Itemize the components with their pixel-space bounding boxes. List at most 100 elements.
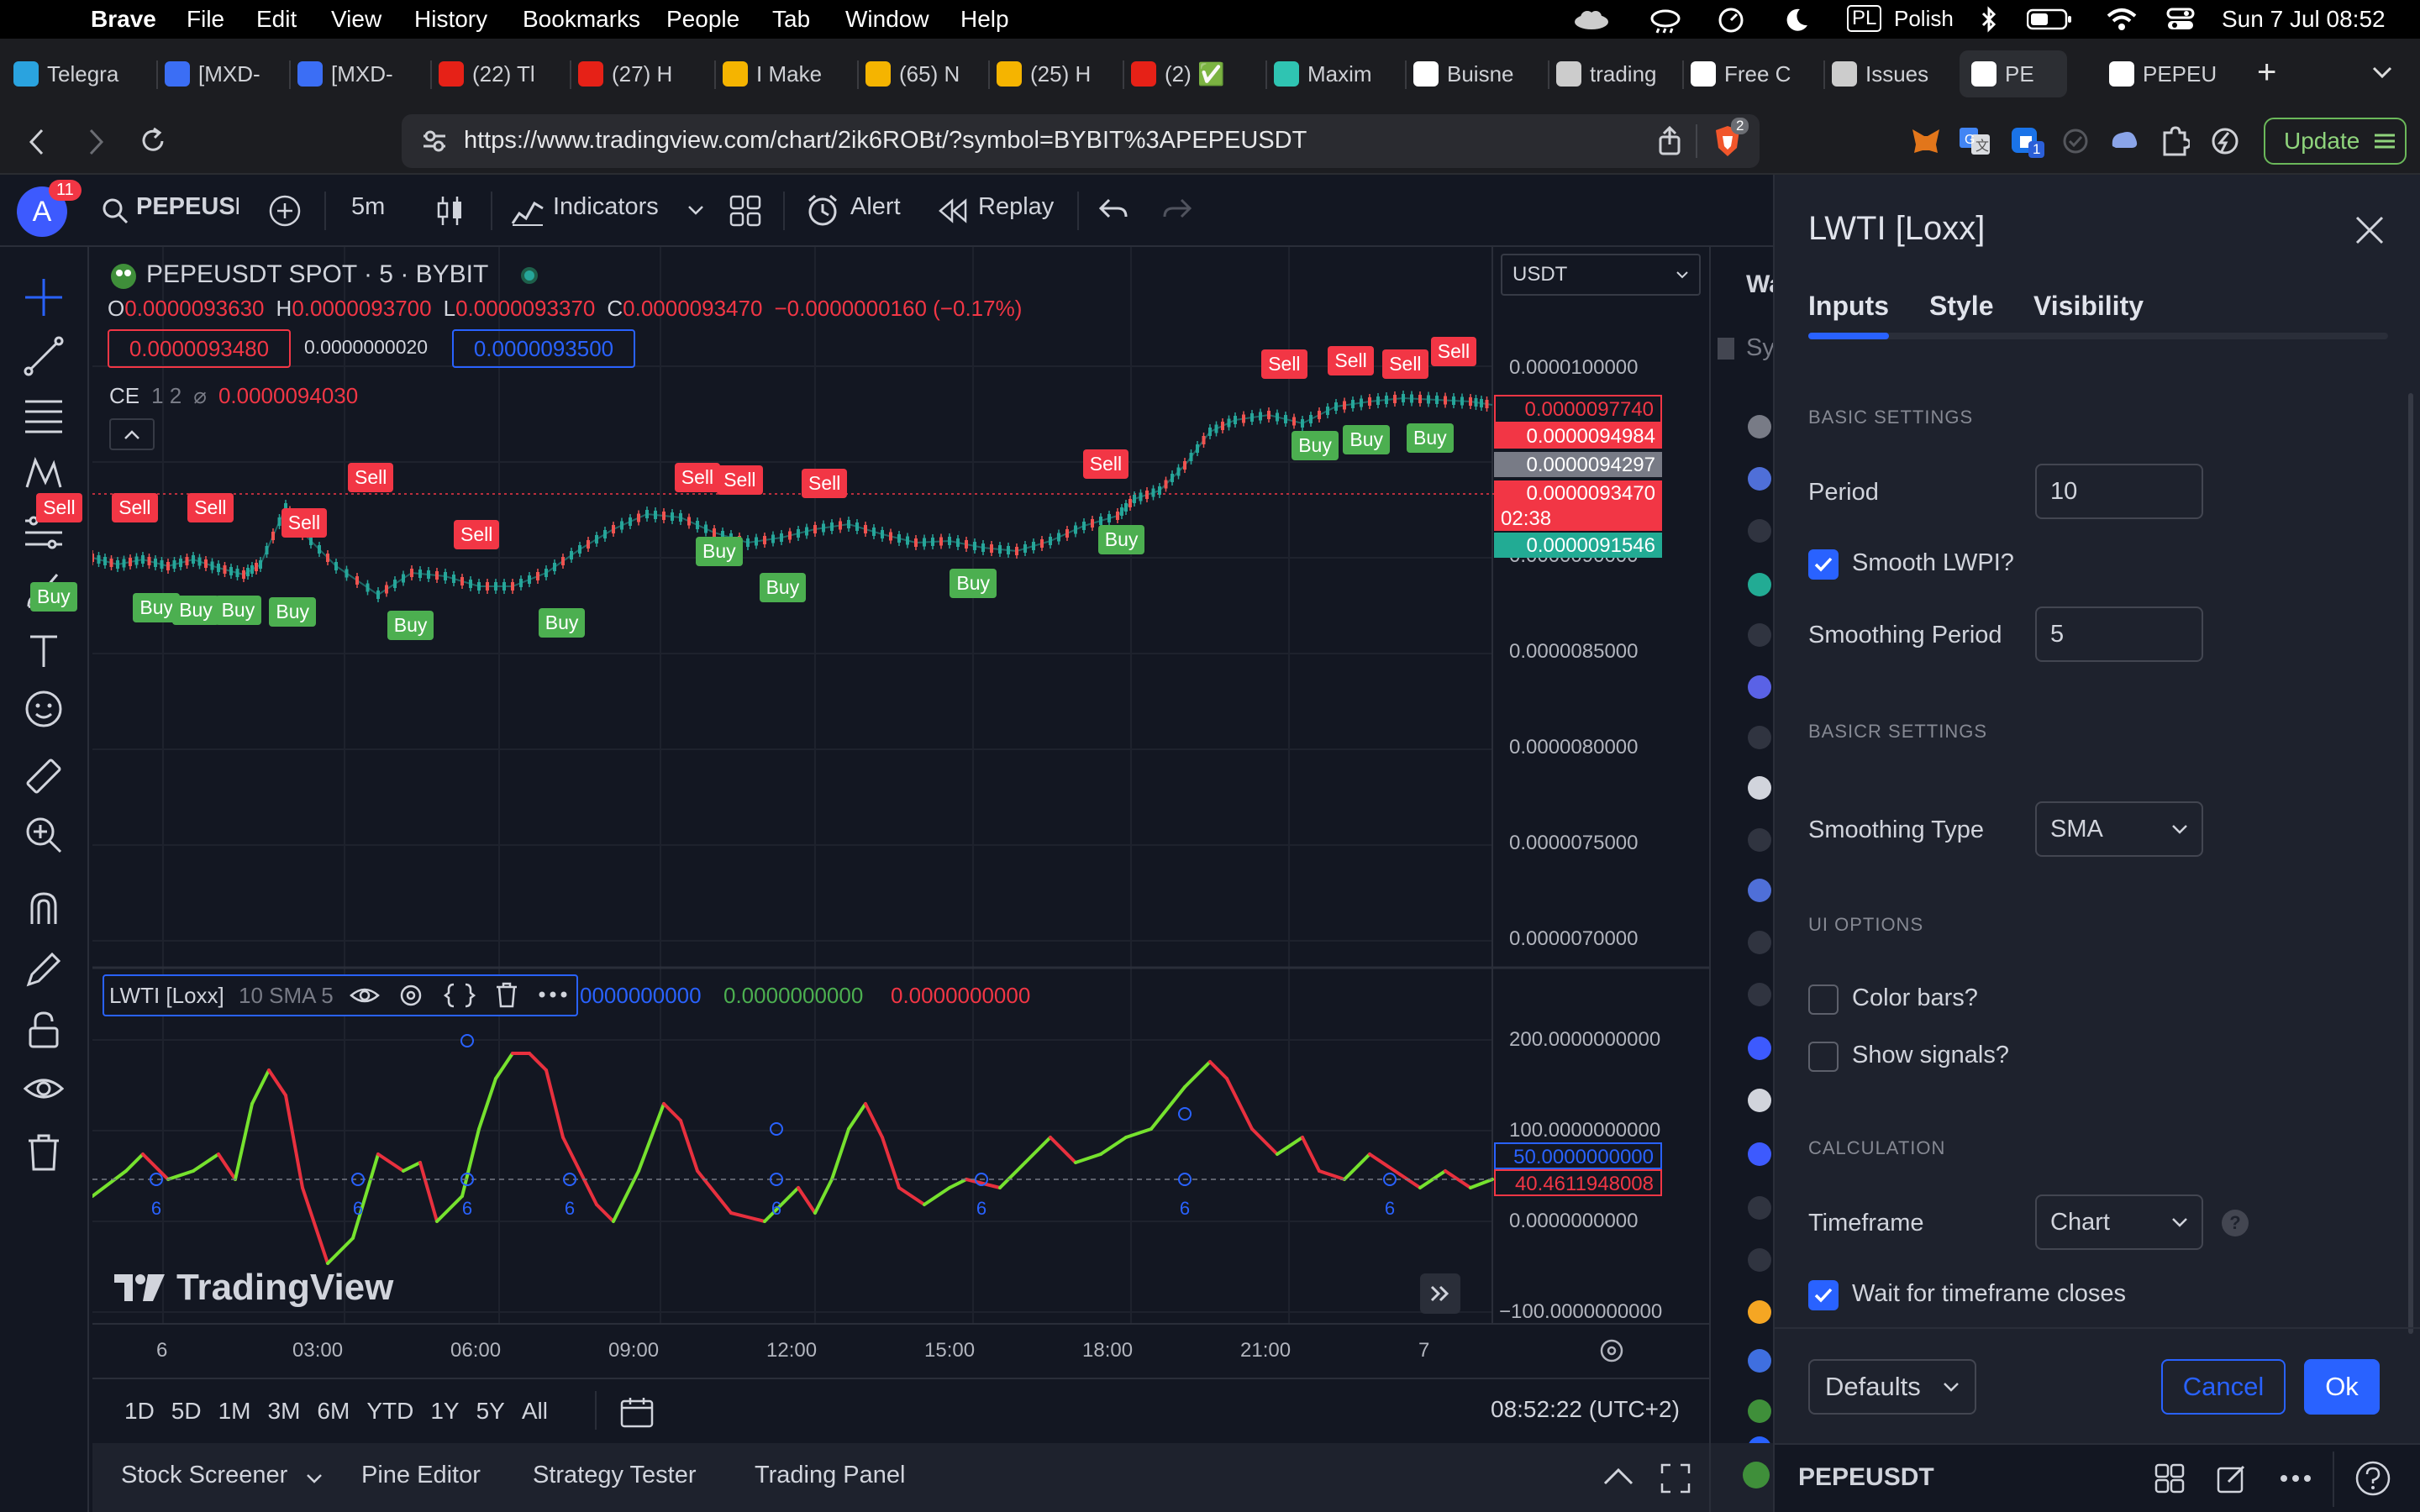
input-source-badge[interactable]: PL — [1847, 5, 1882, 32]
more-dots-icon[interactable] — [538, 990, 568, 1000]
range-1d[interactable]: 1D — [116, 1394, 163, 1428]
stay-in-drawing-tool[interactable] — [22, 948, 66, 991]
sell-price-button[interactable]: 0.0000093480 — [108, 329, 291, 368]
magnet-tool[interactable] — [22, 887, 66, 931]
tab-inputs[interactable]: Inputs — [1808, 291, 1889, 322]
ce-legend[interactable]: CE 1 2 ⌀ 0.0000094030 — [109, 383, 358, 409]
pattern-tool[interactable] — [22, 452, 66, 496]
browser-tab[interactable]: [MXD- — [297, 50, 407, 97]
menubar-clock[interactable]: Sun 7 Jul 08:52 — [2222, 6, 2386, 33]
tab-list-chevron-icon[interactable] — [2371, 64, 2393, 81]
zoom-tool[interactable] — [22, 813, 66, 857]
redo-icon[interactable] — [1161, 197, 1193, 223]
browser-tab[interactable]: Free C — [1691, 50, 1800, 97]
extensions-puzzle-icon[interactable] — [2160, 124, 2190, 158]
menu-tab[interactable]: Tab — [772, 6, 810, 33]
timeframe-select[interactable]: Chart — [2035, 1194, 2203, 1250]
fib-tool[interactable] — [22, 393, 66, 437]
weather-icon[interactable] — [1649, 7, 1682, 34]
range-3m[interactable]: 3M — [260, 1394, 309, 1428]
extension-cloud-icon[interactable] — [2107, 124, 2141, 158]
wait-for-close-label[interactable]: Wait for timeframe closes — [1852, 1280, 2126, 1308]
indicators-button[interactable]: Indicators — [553, 193, 659, 221]
cancel-button[interactable]: Cancel — [2161, 1359, 2286, 1415]
watchlist-symbol-logo-icon[interactable] — [1748, 1248, 1771, 1272]
color-bars-label[interactable]: Color bars? — [1852, 984, 1978, 1012]
watchlist-symbol-logo-icon[interactable] — [1748, 828, 1771, 852]
help-circle-icon[interactable] — [2354, 1460, 2391, 1497]
browser-tab[interactable]: Buisne — [1413, 50, 1523, 97]
range-6m[interactable]: 6M — [308, 1394, 358, 1428]
layout-grid-icon[interactable] — [729, 195, 761, 227]
edit-note-icon[interactable] — [2217, 1463, 2247, 1494]
crosshair-tool[interactable] — [22, 276, 66, 319]
browser-tab[interactable]: (22) Tl — [439, 50, 548, 97]
ruler-tool[interactable] — [22, 754, 66, 798]
delete-trash-icon[interactable] — [494, 981, 519, 1008]
watchlist-symbol-logo-icon[interactable] — [1748, 675, 1771, 699]
market-status-dot[interactable] — [521, 267, 538, 284]
ok-button[interactable]: Ok — [2304, 1359, 2380, 1415]
text-tool[interactable] — [22, 628, 66, 672]
browser-tab[interactable]: Telegra — [13, 50, 139, 97]
watchlist-checkbox[interactable] — [1718, 338, 1734, 360]
watchlist-symbol-logo-icon[interactable] — [1748, 1300, 1771, 1324]
search-icon[interactable] — [101, 197, 129, 225]
menu-file[interactable]: File — [187, 6, 224, 33]
smooth-lwpi-label[interactable]: Smooth LWPI? — [1852, 549, 2014, 577]
watchlist-symbol-logo-icon[interactable] — [1748, 1399, 1771, 1423]
watchlist-symbol-logo-icon[interactable] — [1748, 1196, 1771, 1220]
collapse-legend-button[interactable] — [109, 418, 155, 450]
show-signals-label[interactable]: Show signals? — [1852, 1042, 2009, 1069]
hide-drawings-tool[interactable] — [22, 1067, 66, 1110]
browser-tab[interactable]: (27) H — [578, 50, 687, 97]
menu-help[interactable]: Help — [960, 6, 1009, 33]
scroll-to-realtime-button[interactable] — [1420, 1273, 1460, 1314]
wait-for-close-checkbox[interactable] — [1808, 1280, 1839, 1310]
help-icon[interactable]: ? — [2222, 1210, 2249, 1236]
watchlist-symbol-logo-icon[interactable] — [1748, 1349, 1771, 1373]
input-source-label[interactable]: Polish — [1894, 6, 1954, 32]
range-all[interactable]: All — [513, 1394, 556, 1428]
browser-tab[interactable]: Issues — [1832, 50, 1941, 97]
indicators-chevron-icon[interactable] — [687, 205, 704, 217]
tab-pine-editor[interactable]: Pine Editor — [361, 1462, 481, 1489]
lock-drawings-tool[interactable] — [22, 1008, 66, 1052]
settings-gear-icon[interactable] — [398, 983, 424, 1008]
maximize-icon[interactable] — [1660, 1463, 1691, 1494]
axis-settings-icon[interactable] — [1598, 1337, 1625, 1364]
site-settings-icon[interactable] — [422, 129, 447, 153]
indicator-name[interactable]: LWTI [Loxx] — [109, 983, 224, 1009]
address-bar[interactable]: https://www.tradingview.com/chart/2ik6RO… — [402, 114, 1760, 168]
period-input[interactable]: 10 — [2035, 464, 2203, 519]
menu-people[interactable]: People — [666, 6, 739, 33]
moon-icon[interactable] — [1783, 7, 1810, 34]
tv-watermark[interactable]: TradingView — [113, 1267, 393, 1309]
share-icon[interactable] — [1657, 126, 1682, 156]
smoothing-type-select[interactable]: SMA — [2035, 801, 2203, 857]
wifi-icon[interactable] — [2106, 7, 2138, 32]
smooth-lwpi-checkbox[interactable] — [1808, 549, 1839, 580]
watchlist-grid-icon[interactable] — [2154, 1463, 2185, 1494]
browser-tab[interactable]: PEPEU — [2109, 50, 2218, 97]
chevron-up-icon[interactable] — [1603, 1467, 1634, 1485]
forward-arrow-icon[interactable] — [87, 128, 106, 156]
browser-tab[interactable]: I Make — [723, 50, 832, 97]
eye-icon[interactable] — [350, 983, 380, 1008]
chevron-down-icon[interactable] — [306, 1473, 323, 1483]
chart-pane[interactable]: 6 6 6 6 6 6 6 6 PEPEUSDT SPOT · 5 · BYBIT O 0.0… — [30, 247, 1709, 1431]
buy-price-button[interactable]: 0.0000093500 — [452, 329, 635, 368]
range-5y[interactable]: 5Y — [468, 1394, 513, 1428]
menu-view[interactable]: View — [331, 6, 381, 33]
tab-stock-screener[interactable]: Stock Screener — [121, 1462, 287, 1489]
calendar-goto-icon[interactable] — [620, 1396, 654, 1428]
back-arrow-icon[interactable] — [27, 128, 45, 156]
smoothing-period-input[interactable]: 5 — [2035, 606, 2203, 662]
color-bars-checkbox[interactable] — [1808, 984, 1839, 1015]
watchlist-symbol-logo-icon[interactable] — [1748, 776, 1771, 800]
replay-button[interactable]: Replay — [978, 193, 1054, 221]
tab-trading-panel[interactable]: Trading Panel — [755, 1462, 905, 1489]
dialog-scroll-area[interactable]: BASIC SETTINGS Period 10 Smooth LWPI? Sm… — [1775, 351, 2415, 1339]
range-1y[interactable]: 1Y — [422, 1394, 467, 1428]
alert-clock-icon[interactable] — [805, 193, 840, 228]
